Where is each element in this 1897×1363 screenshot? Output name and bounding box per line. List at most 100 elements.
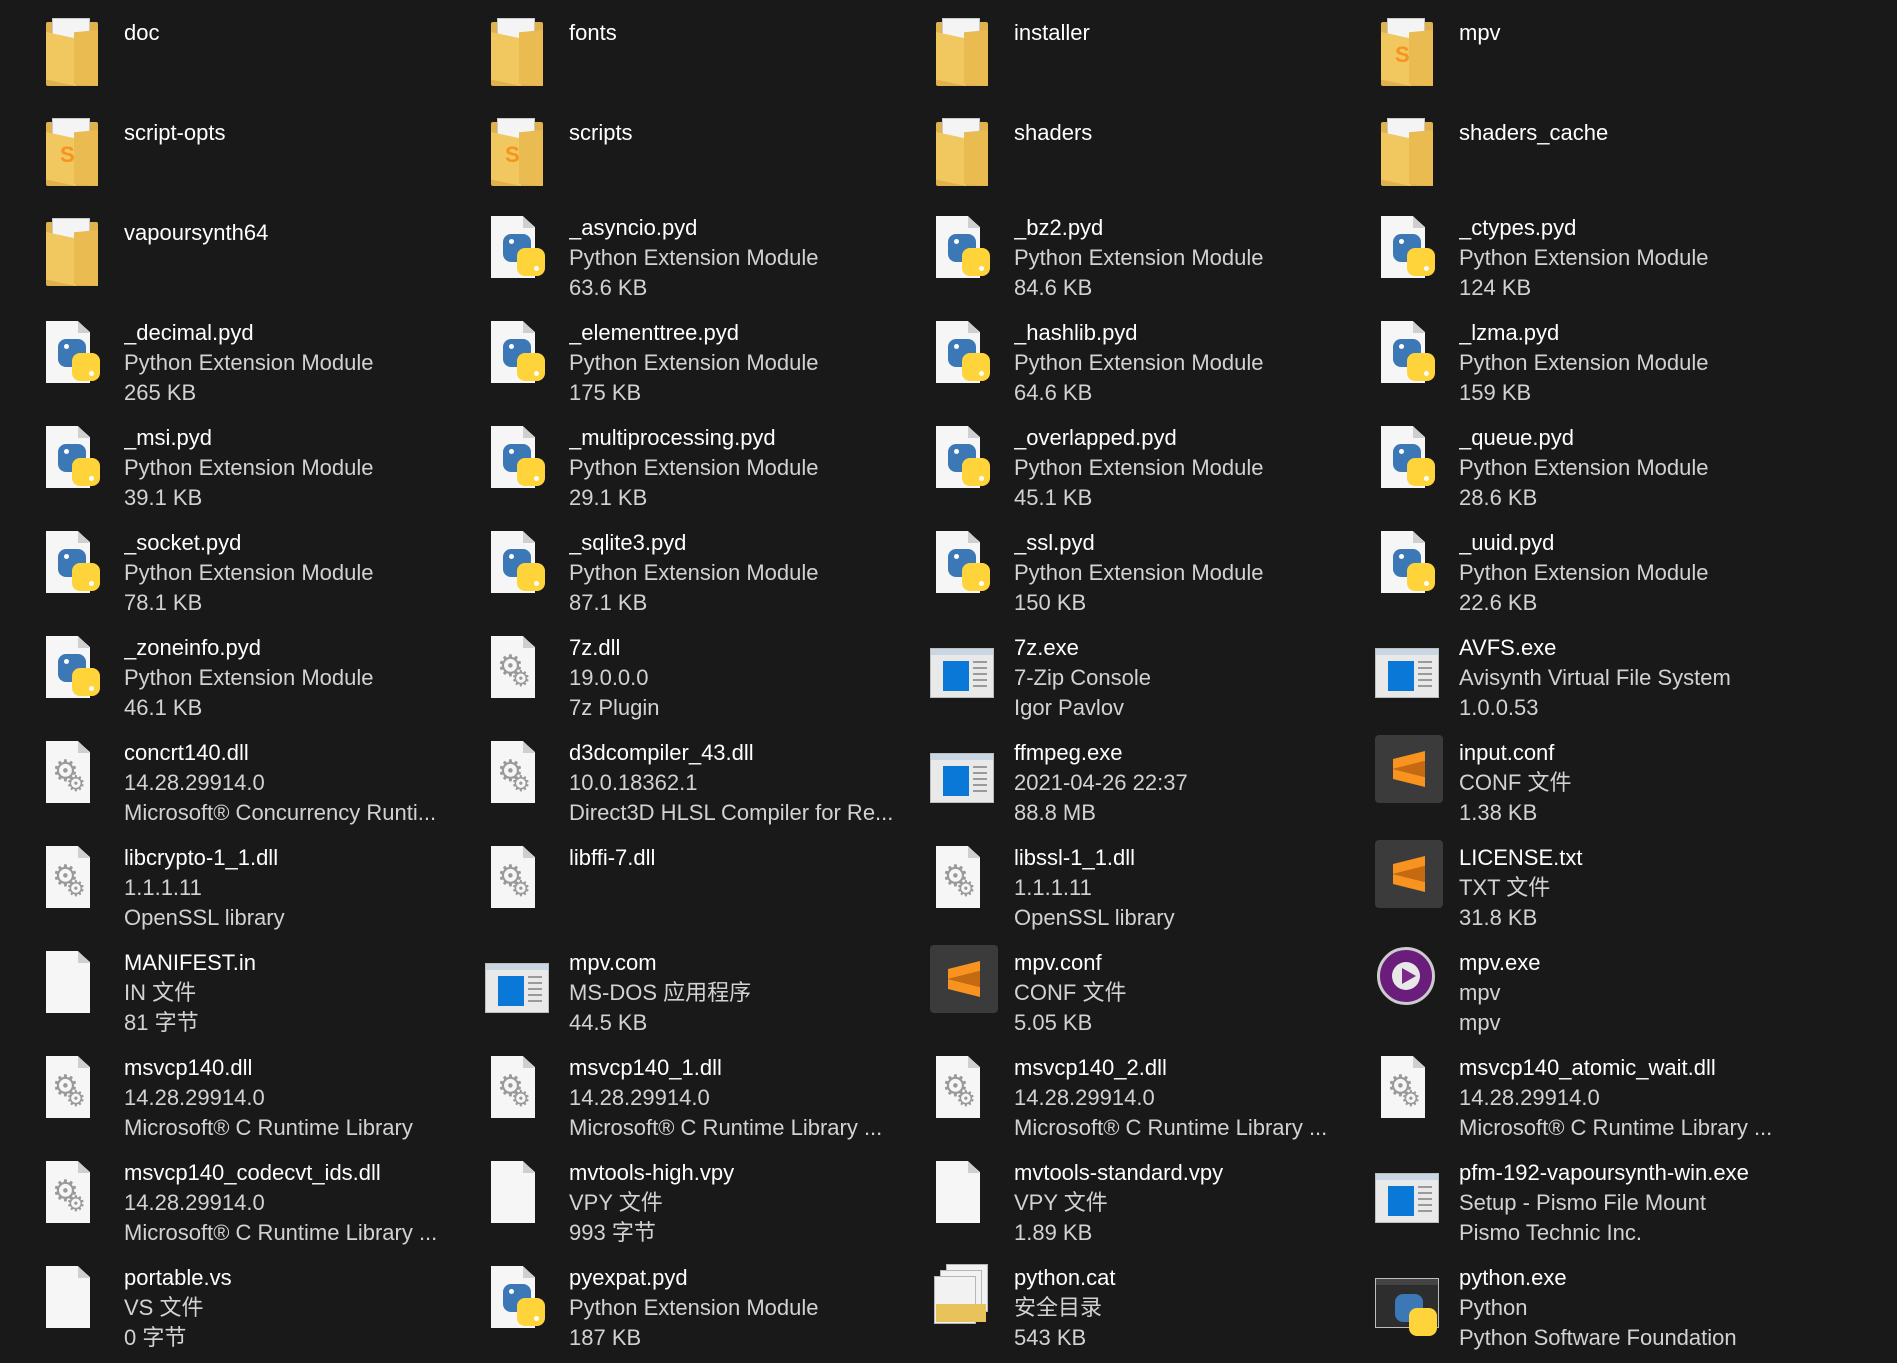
python-file-icon <box>930 208 1014 292</box>
item-detail-2: 46.1 KB <box>124 695 203 720</box>
file-item[interactable]: ⚙ ⚙ msvcp140_codecvt_ids.dll 14.28.29914.0 M… <box>40 1153 485 1258</box>
item-name: ffmpeg.exe <box>1014 740 1123 765</box>
item-detail-1: MS-DOS 应用程序 <box>569 980 752 1005</box>
file-item[interactable]: python.exe Python Python Software Foundati… <box>1375 1258 1820 1363</box>
file-item[interactable]: mpv.com MS-DOS 应用程序 44.5 KB <box>485 943 930 1048</box>
item-name: mvtools-standard.vpy <box>1014 1160 1224 1185</box>
item-detail-1: Python Extension Module <box>1459 245 1709 270</box>
file-item[interactable]: ⚙ ⚙ concrt140.dll 14.28.29914.0 Microsoft® C… <box>40 733 485 838</box>
item-name: _lzma.pyd <box>1459 320 1560 345</box>
item-name: LICENSE.txt <box>1459 845 1583 870</box>
file-item[interactable]: ⚙ ⚙ libssl-1_1.dll 1.1.1.11 OpenSSL library <box>930 838 1375 943</box>
file-item[interactable]: mvtools-high.vpy VPY 文件 993 字节 <box>485 1153 930 1258</box>
item-detail-2: 150 KB <box>1014 590 1087 615</box>
file-item[interactable]: _sqlite3.pyd Python Extension Module 87.1 … <box>485 523 930 628</box>
item-name: concrt140.dll <box>124 740 249 765</box>
file-item[interactable]: ⚙ ⚙ libffi-7.dll <box>485 838 930 943</box>
file-item[interactable]: _msi.pyd Python Extension Module 39.1 KB <box>40 418 485 523</box>
file-item[interactable]: _uuid.pyd Python Extension Module 22.6 KB <box>1375 523 1820 628</box>
file-item[interactable]: input.conf CONF 文件 1.38 KB <box>1375 733 1820 838</box>
item-detail-2: 1.38 KB <box>1459 800 1538 825</box>
item-detail-1: Python Extension Module <box>1014 245 1264 270</box>
item-detail-1: Python Extension Module <box>1014 560 1264 585</box>
file-item[interactable]: _queue.pyd Python Extension Module 28.6 KB <box>1375 418 1820 523</box>
file-item[interactable]: MANIFEST.in IN 文件 81 字节 <box>40 943 485 1048</box>
item-detail-1: 10.0.18362.1 <box>569 770 698 795</box>
python-file-icon <box>40 523 124 607</box>
folder-item[interactable]: fonts <box>485 8 930 108</box>
item-name: msvcp140_2.dll <box>1014 1055 1167 1080</box>
file-item[interactable]: ffmpeg.exe 2021-04-26 22:37 88.8 MB <box>930 733 1375 838</box>
file-item[interactable]: pfm-192-vapoursynth-win.exe Setup - Pismo… <box>1375 1153 1820 1258</box>
file-item[interactable]: _hashlib.pyd Python Extension Module 64.6 … <box>930 313 1375 418</box>
file-item[interactable]: _ssl.pyd Python Extension Module 150 KB <box>930 523 1375 628</box>
item-name: msvcp140_codecvt_ids.dll <box>124 1160 381 1185</box>
file-item[interactable]: _multiprocessing.pyd Python Extension Mod… <box>485 418 930 523</box>
item-text: msvcp140_atomic_wait.dll 14.28.29914.0 Mic… <box>1459 1053 1812 1143</box>
file-item[interactable]: _overlapped.pyd Python Extension Module 45… <box>930 418 1375 523</box>
file-item[interactable]: LICENSE.txt TXT 文件 31.8 KB <box>1375 838 1820 943</box>
dll-gear-icon: ⚙ ⚙ <box>40 1048 124 1132</box>
file-item[interactable]: _zoneinfo.pyd Python Extension Module 46.1… <box>40 628 485 733</box>
item-detail-2: 87.1 KB <box>569 590 648 615</box>
item-text: AVFS.exe Avisynth Virtual File System 1.0.… <box>1459 633 1812 723</box>
file-item[interactable]: _asyncio.pyd Python Extension Module 63.6 … <box>485 208 930 313</box>
item-name: mvtools-high.vpy <box>569 1160 735 1185</box>
item-detail-1: Python Extension Module <box>569 560 819 585</box>
file-item[interactable]: ⚙ ⚙ libcrypto-1_1.dll 1.1.1.11 OpenSSL libra… <box>40 838 485 943</box>
file-item[interactable]: 7z.exe 7-Zip Console Igor Pavlov <box>930 628 1375 733</box>
file-item[interactable]: AVFS.exe Avisynth Virtual File System 1.0.… <box>1375 628 1820 733</box>
file-item[interactable]: _decimal.pyd Python Extension Module 265 K… <box>40 313 485 418</box>
item-text: msvcp140_1.dll 14.28.29914.0 Microsoft® C … <box>569 1053 922 1143</box>
item-name: _zoneinfo.pyd <box>124 635 261 660</box>
item-detail-1: Python Extension Module <box>1459 455 1709 480</box>
folder-item[interactable]: vapoursynth64 <box>40 208 485 313</box>
file-item[interactable]: ⚙ ⚙ msvcp140_atomic_wait.dll 14.28.29914.0 M… <box>1375 1048 1820 1153</box>
file-item[interactable]: ⚙ ⚙ d3dcompiler_43.dll 10.0.18362.1 Direct3D… <box>485 733 930 838</box>
item-text: 7z.exe 7-Zip Console Igor Pavlov <box>1014 633 1367 723</box>
file-item[interactable]: _lzma.pyd Python Extension Module 159 KB <box>1375 313 1820 418</box>
file-item[interactable]: mpv.conf CONF 文件 5.05 KB <box>930 943 1375 1048</box>
item-name: d3dcompiler_43.dll <box>569 740 754 765</box>
python-file-icon <box>485 418 569 502</box>
file-item[interactable]: portable.vs VS 文件 0 字节 <box>40 1258 485 1363</box>
item-detail-1: Python <box>1459 1295 1528 1320</box>
file-item[interactable]: ⚙ ⚙ 7z.dll 19.0.0.0 7z Plugin <box>485 628 930 733</box>
item-detail-2: 88.8 MB <box>1014 800 1096 825</box>
item-text: _uuid.pyd Python Extension Module 22.6 KB <box>1459 528 1812 618</box>
item-text: _lzma.pyd Python Extension Module 159 KB <box>1459 318 1812 408</box>
item-detail-1: CONF 文件 <box>1459 770 1572 795</box>
dll-gear-icon: ⚙ ⚙ <box>485 733 569 817</box>
blank-file-icon <box>930 1153 1014 1237</box>
folder-item[interactable]: shaders <box>930 108 1375 208</box>
item-detail-1: Python Extension Module <box>1459 560 1709 585</box>
item-text: _ctypes.pyd Python Extension Module 124 KB <box>1459 213 1812 303</box>
file-item[interactable]: ⚙ ⚙ msvcp140_1.dll 14.28.29914.0 Microsoft® … <box>485 1048 930 1153</box>
item-text: _asyncio.pyd Python Extension Module 63.6 … <box>569 213 922 303</box>
item-text: pfm-192-vapoursynth-win.exe Setup - Pismo… <box>1459 1158 1812 1248</box>
file-item[interactable]: _socket.pyd Python Extension Module 78.1 K… <box>40 523 485 628</box>
file-item[interactable]: ⚙ ⚙ msvcp140_2.dll 14.28.29914.0 Microsoft® … <box>930 1048 1375 1153</box>
file-item[interactable]: python.cat 安全目录 543 KB <box>930 1258 1375 1363</box>
folder-item[interactable]: installer <box>930 8 1375 108</box>
item-text: vapoursynth64 <box>124 218 477 248</box>
item-detail-2: 64.6 KB <box>1014 380 1093 405</box>
file-item[interactable]: mpv.exe mpv mpv <box>1375 943 1820 1048</box>
file-item[interactable]: _elementtree.pyd Python Extension Module 1… <box>485 313 930 418</box>
folder-item[interactable]: Smpv <box>1375 8 1820 108</box>
folder-item[interactable]: Sscripts <box>485 108 930 208</box>
file-item[interactable]: mvtools-standard.vpy VPY 文件 1.89 KB <box>930 1153 1375 1258</box>
folder-item[interactable]: shaders_cache <box>1375 108 1820 208</box>
item-name: msvcp140_1.dll <box>569 1055 722 1080</box>
item-detail-2: 187 KB <box>569 1325 642 1350</box>
file-item[interactable]: _bz2.pyd Python Extension Module 84.6 KB <box>930 208 1375 313</box>
folder-item[interactable]: Sscript-opts <box>40 108 485 208</box>
dll-gear-icon: ⚙ ⚙ <box>40 1153 124 1237</box>
file-item[interactable]: ⚙ ⚙ msvcp140.dll 14.28.29914.0 Microsoft® C … <box>40 1048 485 1153</box>
python-file-icon <box>485 208 569 292</box>
file-item[interactable]: pyexpat.pyd Python Extension Module 187 KB <box>485 1258 930 1363</box>
item-detail-2: Microsoft® C Runtime Library ... <box>569 1115 883 1140</box>
folder-icon <box>930 8 1014 92</box>
folder-item[interactable]: doc <box>40 8 485 108</box>
file-item[interactable]: _ctypes.pyd Python Extension Module 124 KB <box>1375 208 1820 313</box>
